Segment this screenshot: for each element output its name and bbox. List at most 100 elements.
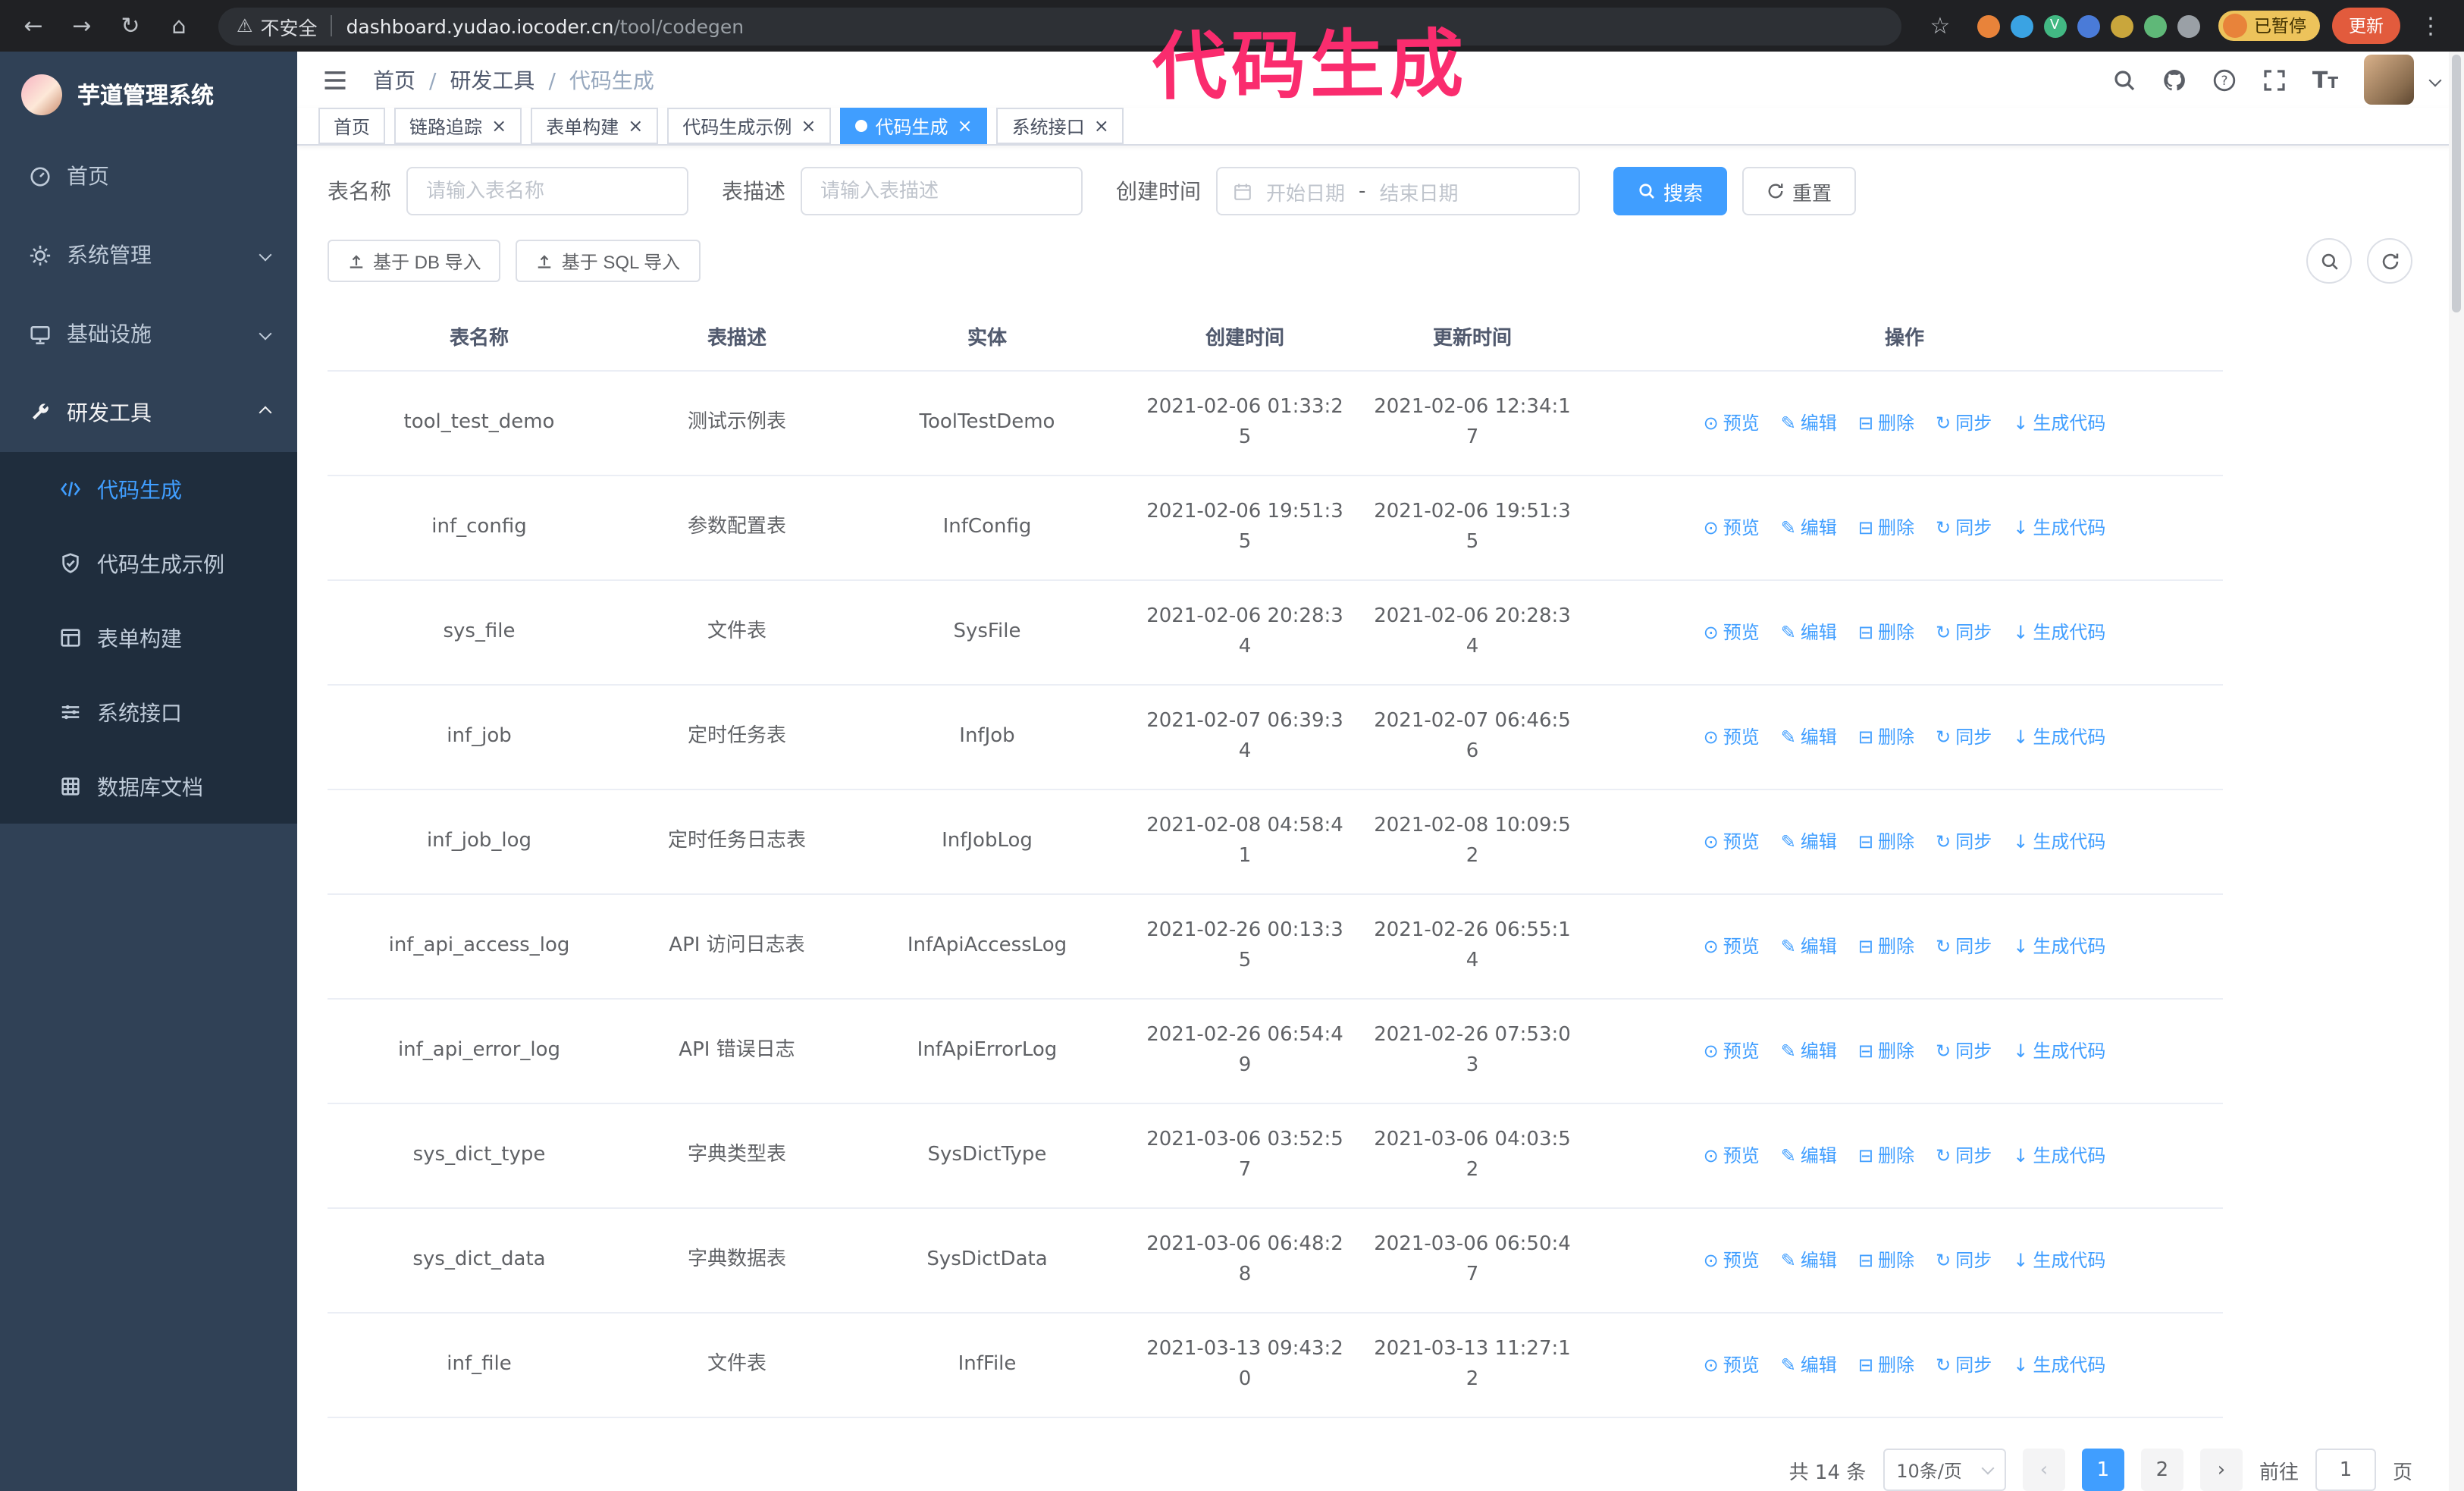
extension-icon[interactable] [1977, 14, 1999, 37]
action-generate-code-link[interactable]: ↓ 生成代码 [2013, 1140, 2105, 1170]
browser-refresh-icon[interactable]: ↻ [112, 12, 149, 39]
sidebar-item-form-builder[interactable]: 表单构建 [0, 601, 297, 675]
action-edit-link[interactable]: ✎ 编辑 [1781, 512, 1837, 542]
prev-page-button[interactable]: ‹ [2022, 1449, 2065, 1491]
action-sync-link[interactable]: ↻ 同步 [1936, 1349, 1992, 1380]
action-preview-link[interactable]: ⊙ 预览 [1704, 931, 1760, 961]
action-generate-code-link[interactable]: ↓ 生成代码 [2013, 512, 2105, 542]
browser-menu-icon[interactable]: ⋮ [2412, 12, 2449, 39]
action-preview-link[interactable]: ⊙ 预览 [1704, 1035, 1760, 1066]
address-bar[interactable]: ⚠ 不安全 dashboard.yudao.iocoder.cn/tool/co… [218, 7, 1901, 45]
table-name-input[interactable] [406, 167, 688, 215]
sidebar-item-dev-tools[interactable]: 研发工具 [0, 373, 297, 452]
action-edit-link[interactable]: ✎ 编辑 [1781, 1035, 1837, 1066]
action-delete-link[interactable]: ⊟ 删除 [1858, 512, 1914, 542]
action-sync-link[interactable]: ↻ 同步 [1936, 617, 1992, 647]
tab-close-icon[interactable]: × [491, 117, 506, 135]
action-edit-link[interactable]: ✎ 编辑 [1781, 1349, 1837, 1380]
tab[interactable]: 表单构建 × [531, 108, 659, 144]
help-icon[interactable]: ? [2212, 67, 2237, 92]
page-button-2[interactable]: 2 [2140, 1449, 2183, 1491]
table-desc-input[interactable] [801, 167, 1083, 215]
github-icon[interactable] [2162, 67, 2187, 92]
extension-icon[interactable] [2010, 14, 2033, 37]
toggle-search-button[interactable] [2306, 238, 2352, 284]
browser-back-icon[interactable]: ← [15, 12, 52, 39]
action-generate-code-link[interactable]: ↓ 生成代码 [2013, 1245, 2105, 1275]
action-edit-link[interactable]: ✎ 编辑 [1781, 931, 1837, 961]
sidebar-item-db-docs[interactable]: 数据库文档 [0, 749, 297, 824]
next-page-button[interactable]: › [2199, 1449, 2243, 1491]
vue-devtools-extension-icon[interactable]: V [2043, 14, 2066, 37]
reset-button[interactable]: 重置 [1742, 167, 1857, 215]
action-preview-link[interactable]: ⊙ 预览 [1704, 407, 1760, 438]
action-sync-link[interactable]: ↻ 同步 [1936, 931, 1992, 961]
search-button[interactable]: 搜索 [1613, 167, 1728, 215]
action-delete-link[interactable]: ⊟ 删除 [1858, 1349, 1914, 1380]
action-edit-link[interactable]: ✎ 编辑 [1781, 721, 1837, 752]
tab-close-icon[interactable]: × [958, 117, 973, 135]
font-size-icon[interactable]: TT [2312, 66, 2338, 93]
browser-forward-icon[interactable]: → [64, 12, 100, 39]
tab[interactable]: 代码生成 × [840, 108, 988, 144]
action-edit-link[interactable]: ✎ 编辑 [1781, 1245, 1837, 1275]
action-preview-link[interactable]: ⊙ 预览 [1704, 1140, 1760, 1170]
page-button-1[interactable]: 1 [2081, 1449, 2124, 1491]
sidebar-item-infrastructure[interactable]: 基础设施 [0, 294, 297, 373]
action-edit-link[interactable]: ✎ 编辑 [1781, 407, 1837, 438]
browser-home-icon[interactable]: ⌂ [161, 12, 197, 39]
action-generate-code-link[interactable]: ↓ 生成代码 [2013, 1035, 2105, 1066]
scrollbar[interactable] [2449, 52, 2464, 1491]
import-sql-button[interactable]: 基于 SQL 导入 [516, 240, 701, 282]
sidebar-item-codegen-example[interactable]: 代码生成示例 [0, 526, 297, 601]
app-logo[interactable]: 芋道管理系统 [0, 52, 297, 137]
tab[interactable]: 代码生成示例 × [667, 108, 832, 144]
avatar-caret-icon[interactable] [2428, 73, 2442, 86]
action-delete-link[interactable]: ⊟ 删除 [1858, 826, 1914, 856]
action-edit-link[interactable]: ✎ 编辑 [1781, 826, 1837, 856]
refresh-table-button[interactable] [2367, 238, 2412, 284]
action-generate-code-link[interactable]: ↓ 生成代码 [2013, 721, 2105, 752]
browser-update-button[interactable]: 更新 [2332, 8, 2400, 44]
bookmark-star-icon[interactable]: ☆ [1922, 12, 1958, 39]
page-size-select[interactable]: 10条/页 [1882, 1449, 2006, 1491]
action-generate-code-link[interactable]: ↓ 生成代码 [2013, 617, 2105, 647]
user-avatar[interactable] [2364, 55, 2414, 105]
action-delete-link[interactable]: ⊟ 删除 [1858, 1035, 1914, 1066]
search-icon[interactable] [2112, 67, 2136, 92]
fullscreen-icon[interactable] [2262, 67, 2287, 92]
tab-close-icon[interactable]: × [801, 117, 816, 135]
tab[interactable]: 首页 [318, 108, 386, 144]
action-delete-link[interactable]: ⊟ 删除 [1858, 931, 1914, 961]
action-generate-code-link[interactable]: ↓ 生成代码 [2013, 1349, 2105, 1380]
extension-icon[interactable] [2143, 14, 2166, 37]
goto-page-input[interactable] [2315, 1449, 2376, 1491]
tab[interactable]: 系统接口 × [996, 108, 1124, 144]
action-sync-link[interactable]: ↻ 同步 [1936, 1245, 1992, 1275]
action-preview-link[interactable]: ⊙ 预览 [1704, 512, 1760, 542]
extension-icon[interactable] [2077, 14, 2099, 37]
sidebar-item-system-api[interactable]: 系统接口 [0, 675, 297, 749]
action-sync-link[interactable]: ↻ 同步 [1936, 1035, 1992, 1066]
action-sync-link[interactable]: ↻ 同步 [1936, 407, 1992, 438]
action-delete-link[interactable]: ⊟ 删除 [1858, 721, 1914, 752]
import-db-button[interactable]: 基于 DB 导入 [328, 240, 501, 282]
tab-close-icon[interactable]: × [1094, 117, 1109, 135]
sidebar-item-codegen[interactable]: 代码生成 [0, 452, 297, 526]
action-edit-link[interactable]: ✎ 编辑 [1781, 1140, 1837, 1170]
action-preview-link[interactable]: ⊙ 预览 [1704, 721, 1760, 752]
scrollbar-thumb[interactable] [2452, 55, 2461, 312]
action-delete-link[interactable]: ⊟ 删除 [1858, 407, 1914, 438]
action-delete-link[interactable]: ⊟ 删除 [1858, 1245, 1914, 1275]
extensions-puzzle-icon[interactable] [2177, 14, 2199, 37]
tab[interactable]: 链路追踪 × [394, 108, 522, 144]
sidebar-item-system[interactable]: 系统管理 [0, 215, 297, 294]
sidebar-collapse-icon[interactable] [321, 66, 349, 93]
action-sync-link[interactable]: ↻ 同步 [1936, 721, 1992, 752]
extension-icon[interactable] [2110, 14, 2133, 37]
action-sync-link[interactable]: ↻ 同步 [1936, 512, 1992, 542]
action-delete-link[interactable]: ⊟ 删除 [1858, 1140, 1914, 1170]
action-sync-link[interactable]: ↻ 同步 [1936, 826, 1992, 856]
action-edit-link[interactable]: ✎ 编辑 [1781, 617, 1837, 647]
breadcrumb-home[interactable]: 首页 [373, 64, 415, 95]
